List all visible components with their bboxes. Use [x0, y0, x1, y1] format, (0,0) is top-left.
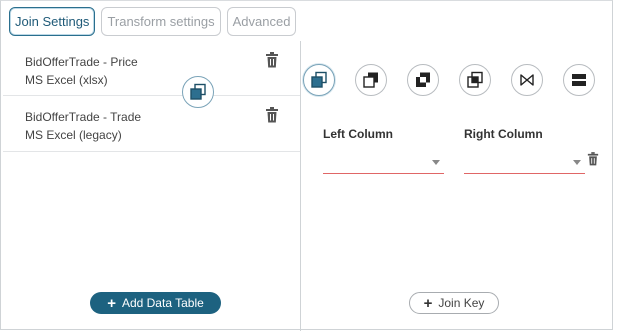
data-table-source: MS Excel (xlsx)	[25, 73, 108, 87]
left-join-icon[interactable]	[303, 64, 335, 96]
trash-icon[interactable]	[265, 52, 279, 68]
outer-join-icon[interactable]	[459, 64, 491, 96]
left-column-label: Left Column	[323, 127, 393, 141]
join-key-label: Join Key	[438, 296, 485, 310]
add-join-key-button[interactable]: + Join Key	[409, 292, 499, 314]
join-type-indicator-icon	[182, 76, 214, 108]
add-data-table-label: Add Data Table	[121, 296, 204, 310]
natural-join-icon[interactable]	[511, 64, 543, 96]
data-tables-panel: BidOfferTrade - Price MS Excel (xlsx) Bi…	[3, 41, 301, 331]
plus-icon: +	[423, 294, 433, 312]
data-table-source: MS Excel (legacy)	[25, 128, 122, 142]
union-icon[interactable]	[563, 64, 595, 96]
trash-icon[interactable]	[265, 107, 279, 123]
data-table-name: BidOfferTrade - Price	[25, 55, 138, 69]
tab-advanced[interactable]: Advanced	[226, 7, 297, 36]
join-type-selector	[303, 64, 603, 98]
data-table-item[interactable]: BidOfferTrade - Trade MS Excel (legacy)	[3, 96, 300, 152]
left-column-select[interactable]	[323, 150, 444, 174]
plus-icon: +	[107, 294, 116, 312]
inner-join-icon[interactable]	[407, 64, 439, 96]
add-data-table-button[interactable]: + Add Data Table	[90, 292, 221, 314]
tab-transform-settings[interactable]: Transform settings	[101, 7, 221, 36]
right-join-icon[interactable]	[355, 64, 387, 96]
right-column-select[interactable]	[464, 150, 585, 174]
data-table-item[interactable]: BidOfferTrade - Price MS Excel (xlsx)	[3, 41, 300, 96]
chevron-down-icon	[573, 160, 581, 165]
right-column-label: Right Column	[464, 127, 543, 141]
tab-join-settings[interactable]: Join Settings	[9, 7, 96, 36]
chevron-down-icon	[432, 160, 440, 165]
data-table-name: BidOfferTrade - Trade	[25, 110, 142, 124]
trash-icon[interactable]	[587, 152, 599, 166]
settings-tabs: Join Settings Transform settings Advance…	[9, 7, 297, 36]
